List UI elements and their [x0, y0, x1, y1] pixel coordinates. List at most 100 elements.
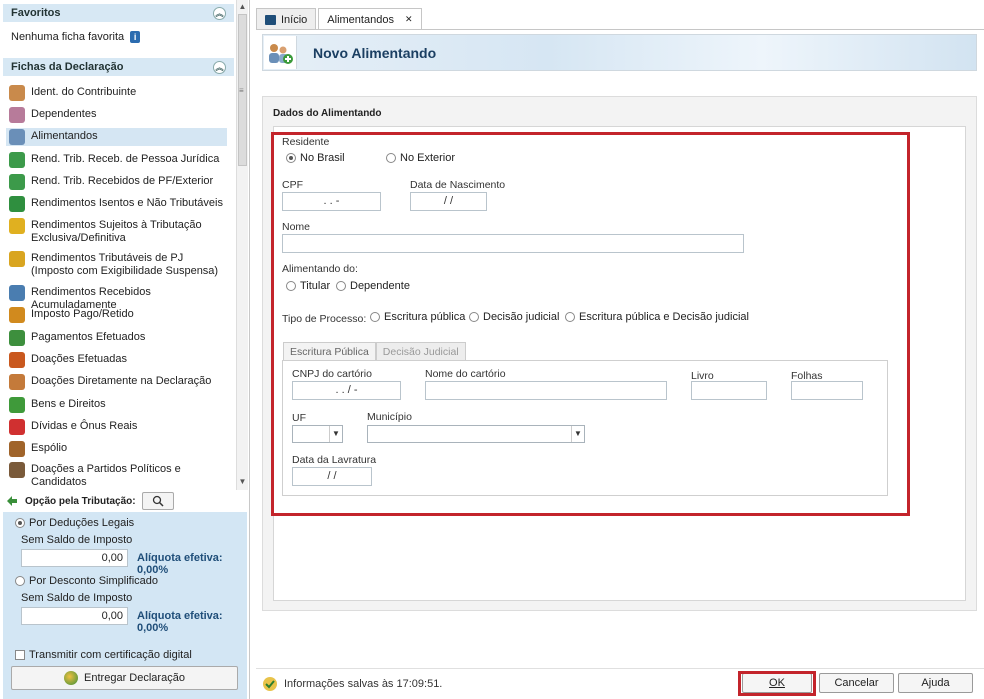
collapse-fichas-icon[interactable]: ︽ [213, 60, 226, 74]
decisao-judicial-option[interactable]: Decisão judicial [469, 311, 559, 323]
person-icon [9, 85, 25, 101]
chevron-down-icon[interactable]: ▼ [329, 426, 342, 442]
ficha-doacoes[interactable]: Doações Efetuadas [9, 352, 227, 368]
transmitir-checkbox[interactable] [15, 650, 25, 660]
person-tie-icon [9, 462, 25, 478]
ficha-rend-isentos[interactable]: Rendimentos Isentos e Não Tributáveis [9, 196, 227, 212]
lavratura-input[interactable]: / / [292, 467, 372, 486]
titular-label: Titular [300, 280, 331, 292]
nome-input[interactable] [282, 234, 744, 253]
favoritos-header[interactable]: Favoritos ︽ [3, 4, 234, 22]
ficha-rend-trib-pj[interactable]: Rend. Trib. Receb. de Pessoa Jurídica [9, 152, 227, 168]
favoritos-empty-text: Nenhuma ficha favorita [11, 31, 125, 43]
ficha-doacoes-partidos[interactable]: Doações a Partidos Políticos e Candidato… [9, 462, 227, 488]
cnpj-input[interactable]: . . / - [292, 381, 401, 400]
dependente-option[interactable]: Dependente [336, 280, 410, 292]
ficha-espolio[interactable]: Espólio [9, 441, 227, 457]
scroll-up-icon[interactable]: ▲ [237, 1, 248, 13]
sidebar-scrollbar[interactable]: ▲ ≡ ▼ [236, 0, 248, 490]
uf-select[interactable]: ▼ [292, 425, 343, 443]
no-brasil-radio[interactable] [286, 153, 296, 163]
money-bag-icon [9, 397, 25, 413]
titular-radio[interactable] [286, 281, 296, 291]
ficha-label: Rend. Trib. Recebidos de PF/Exterior [31, 175, 214, 187]
warning-money-icon [9, 251, 25, 267]
nome-cartorio-input[interactable] [425, 381, 667, 400]
escritura-e-decisao-label: Escritura pública e Decisão judicial [579, 311, 749, 323]
tab-alimentandos[interactable]: Alimentandos ✕ [318, 8, 422, 30]
fichas-header[interactable]: Fichas da Declaração ︽ [3, 58, 234, 76]
footer-divider [256, 668, 984, 669]
ok-button[interactable]: OK [742, 673, 812, 693]
escritura-e-decisao-option[interactable]: Escritura pública e Decisão judicial [565, 311, 749, 323]
desconto-simplificado-option[interactable]: Por Desconto Simplificado [15, 575, 158, 587]
dependente-radio[interactable] [336, 281, 346, 291]
escritura-radio[interactable] [370, 312, 380, 322]
municipio-select[interactable]: ▼ [367, 425, 585, 443]
cancelar-button[interactable]: Cancelar [819, 673, 894, 693]
nome-label: Nome [282, 221, 311, 233]
favoritos-empty-message: Nenhuma ficha favorita i [11, 31, 141, 43]
transmitir-option[interactable]: Transmitir com certificação digital [15, 649, 192, 661]
escritura-publica-option[interactable]: Escritura pública [370, 311, 465, 323]
search-button[interactable] [141, 492, 174, 510]
wallet-icon [9, 352, 25, 368]
info-icon[interactable]: i [130, 31, 141, 43]
livro-input[interactable] [691, 381, 767, 400]
chevron-down-icon[interactable]: ▼ [571, 426, 584, 442]
no-brasil-label: No Brasil [300, 152, 345, 164]
ficha-label: Rendimentos Tributáveis de PJ (Imposto c… [31, 252, 219, 277]
saldo1-text: Sem Saldo de Imposto [21, 534, 133, 546]
ficha-pagamentos[interactable]: Pagamentos Efetuados [9, 330, 227, 346]
tipo-processo-label: Tipo de Processo: [282, 313, 367, 325]
saldo1-field: 0,00 [21, 549, 128, 567]
decisao-radio[interactable] [469, 312, 479, 322]
ficha-dividas[interactable]: Dívidas e Ônus Reais [9, 419, 227, 435]
escritura-e-decisao-radio[interactable] [565, 312, 575, 322]
subtab-escritura-publica[interactable]: Escritura Pública [283, 342, 376, 361]
folhas-input[interactable] [791, 381, 863, 400]
ficha-doacoes-diretamente[interactable]: Doações Diretamente na Declaração [9, 374, 227, 390]
entregar-declaracao-button[interactable]: Entregar Declaração [11, 666, 238, 690]
collapse-favoritos-icon[interactable]: ︽ [213, 6, 226, 20]
close-icon[interactable]: ✕ [405, 14, 413, 25]
subtab-decisao-judicial[interactable]: Decisão Judicial [375, 342, 466, 361]
ficha-dependentes[interactable]: Dependentes [9, 107, 227, 123]
cpf-input[interactable]: . . - [282, 192, 381, 211]
ficha-rend-exclusiva[interactable]: Rendimentos Sujeitos à Tributação Exclus… [9, 218, 227, 245]
ficha-imposto-pago[interactable]: Imposto Pago/Retido [9, 307, 227, 323]
simplificado-radio[interactable] [15, 576, 25, 586]
left-panel: Favoritos ︽ Nenhuma ficha favorita i Fic… [0, 0, 250, 699]
ficha-rend-trib-pf[interactable]: Rend. Trib. Recebidos de PF/Exterior [9, 174, 227, 190]
uf-label: UF [292, 412, 306, 424]
processo-subtabs: Escritura Pública Decisão Judicial [283, 342, 466, 361]
ficha-ident-contribuinte[interactable]: Ident. do Contribuinte [9, 85, 227, 101]
ficha-bens-direitos[interactable]: Bens e Direitos [9, 397, 227, 413]
dependente-label: Dependente [350, 280, 410, 292]
no-exterior-option[interactable]: No Exterior [386, 152, 455, 164]
no-exterior-radio[interactable] [386, 153, 396, 163]
simplificado-label: Por Desconto Simplificado [29, 575, 159, 587]
tab-alimentandos-label: Alimentandos [327, 13, 394, 26]
page-title: Novo Alimentando [313, 45, 437, 61]
ajuda-button[interactable]: Ajuda [898, 673, 973, 693]
ficha-rend-pj-suspensa[interactable]: Rendimentos Tributáveis de PJ (Imposto c… [9, 251, 227, 278]
check-document-icon [9, 196, 25, 212]
deducoes-legais-option[interactable]: Por Deduções Legais [15, 517, 134, 529]
tab-inicio[interactable]: Início [256, 8, 317, 30]
scroll-down-icon[interactable]: ▼ [237, 476, 248, 488]
ficha-label: Alimentandos [31, 130, 98, 142]
fichas-list: Ident. do Contribuinte Dependentes Alime… [3, 82, 234, 488]
donation-icon [9, 374, 25, 390]
ficha-label: Imposto Pago/Retido [31, 308, 134, 320]
ficha-label: Doações a Partidos Políticos e Candidato… [31, 463, 181, 488]
chest-icon [9, 441, 25, 457]
titular-option[interactable]: Titular [286, 280, 330, 292]
card-icon [9, 330, 25, 346]
ficha-alimentandos[interactable]: Alimentandos [6, 128, 227, 146]
no-brasil-option[interactable]: No Brasil [286, 152, 345, 164]
nascimento-input[interactable]: / / [410, 192, 487, 211]
ficha-label: Rend. Trib. Receb. de Pessoa Jurídica [31, 153, 220, 165]
deducoes-radio[interactable] [15, 518, 25, 528]
decisao-label: Decisão judicial [483, 311, 560, 323]
